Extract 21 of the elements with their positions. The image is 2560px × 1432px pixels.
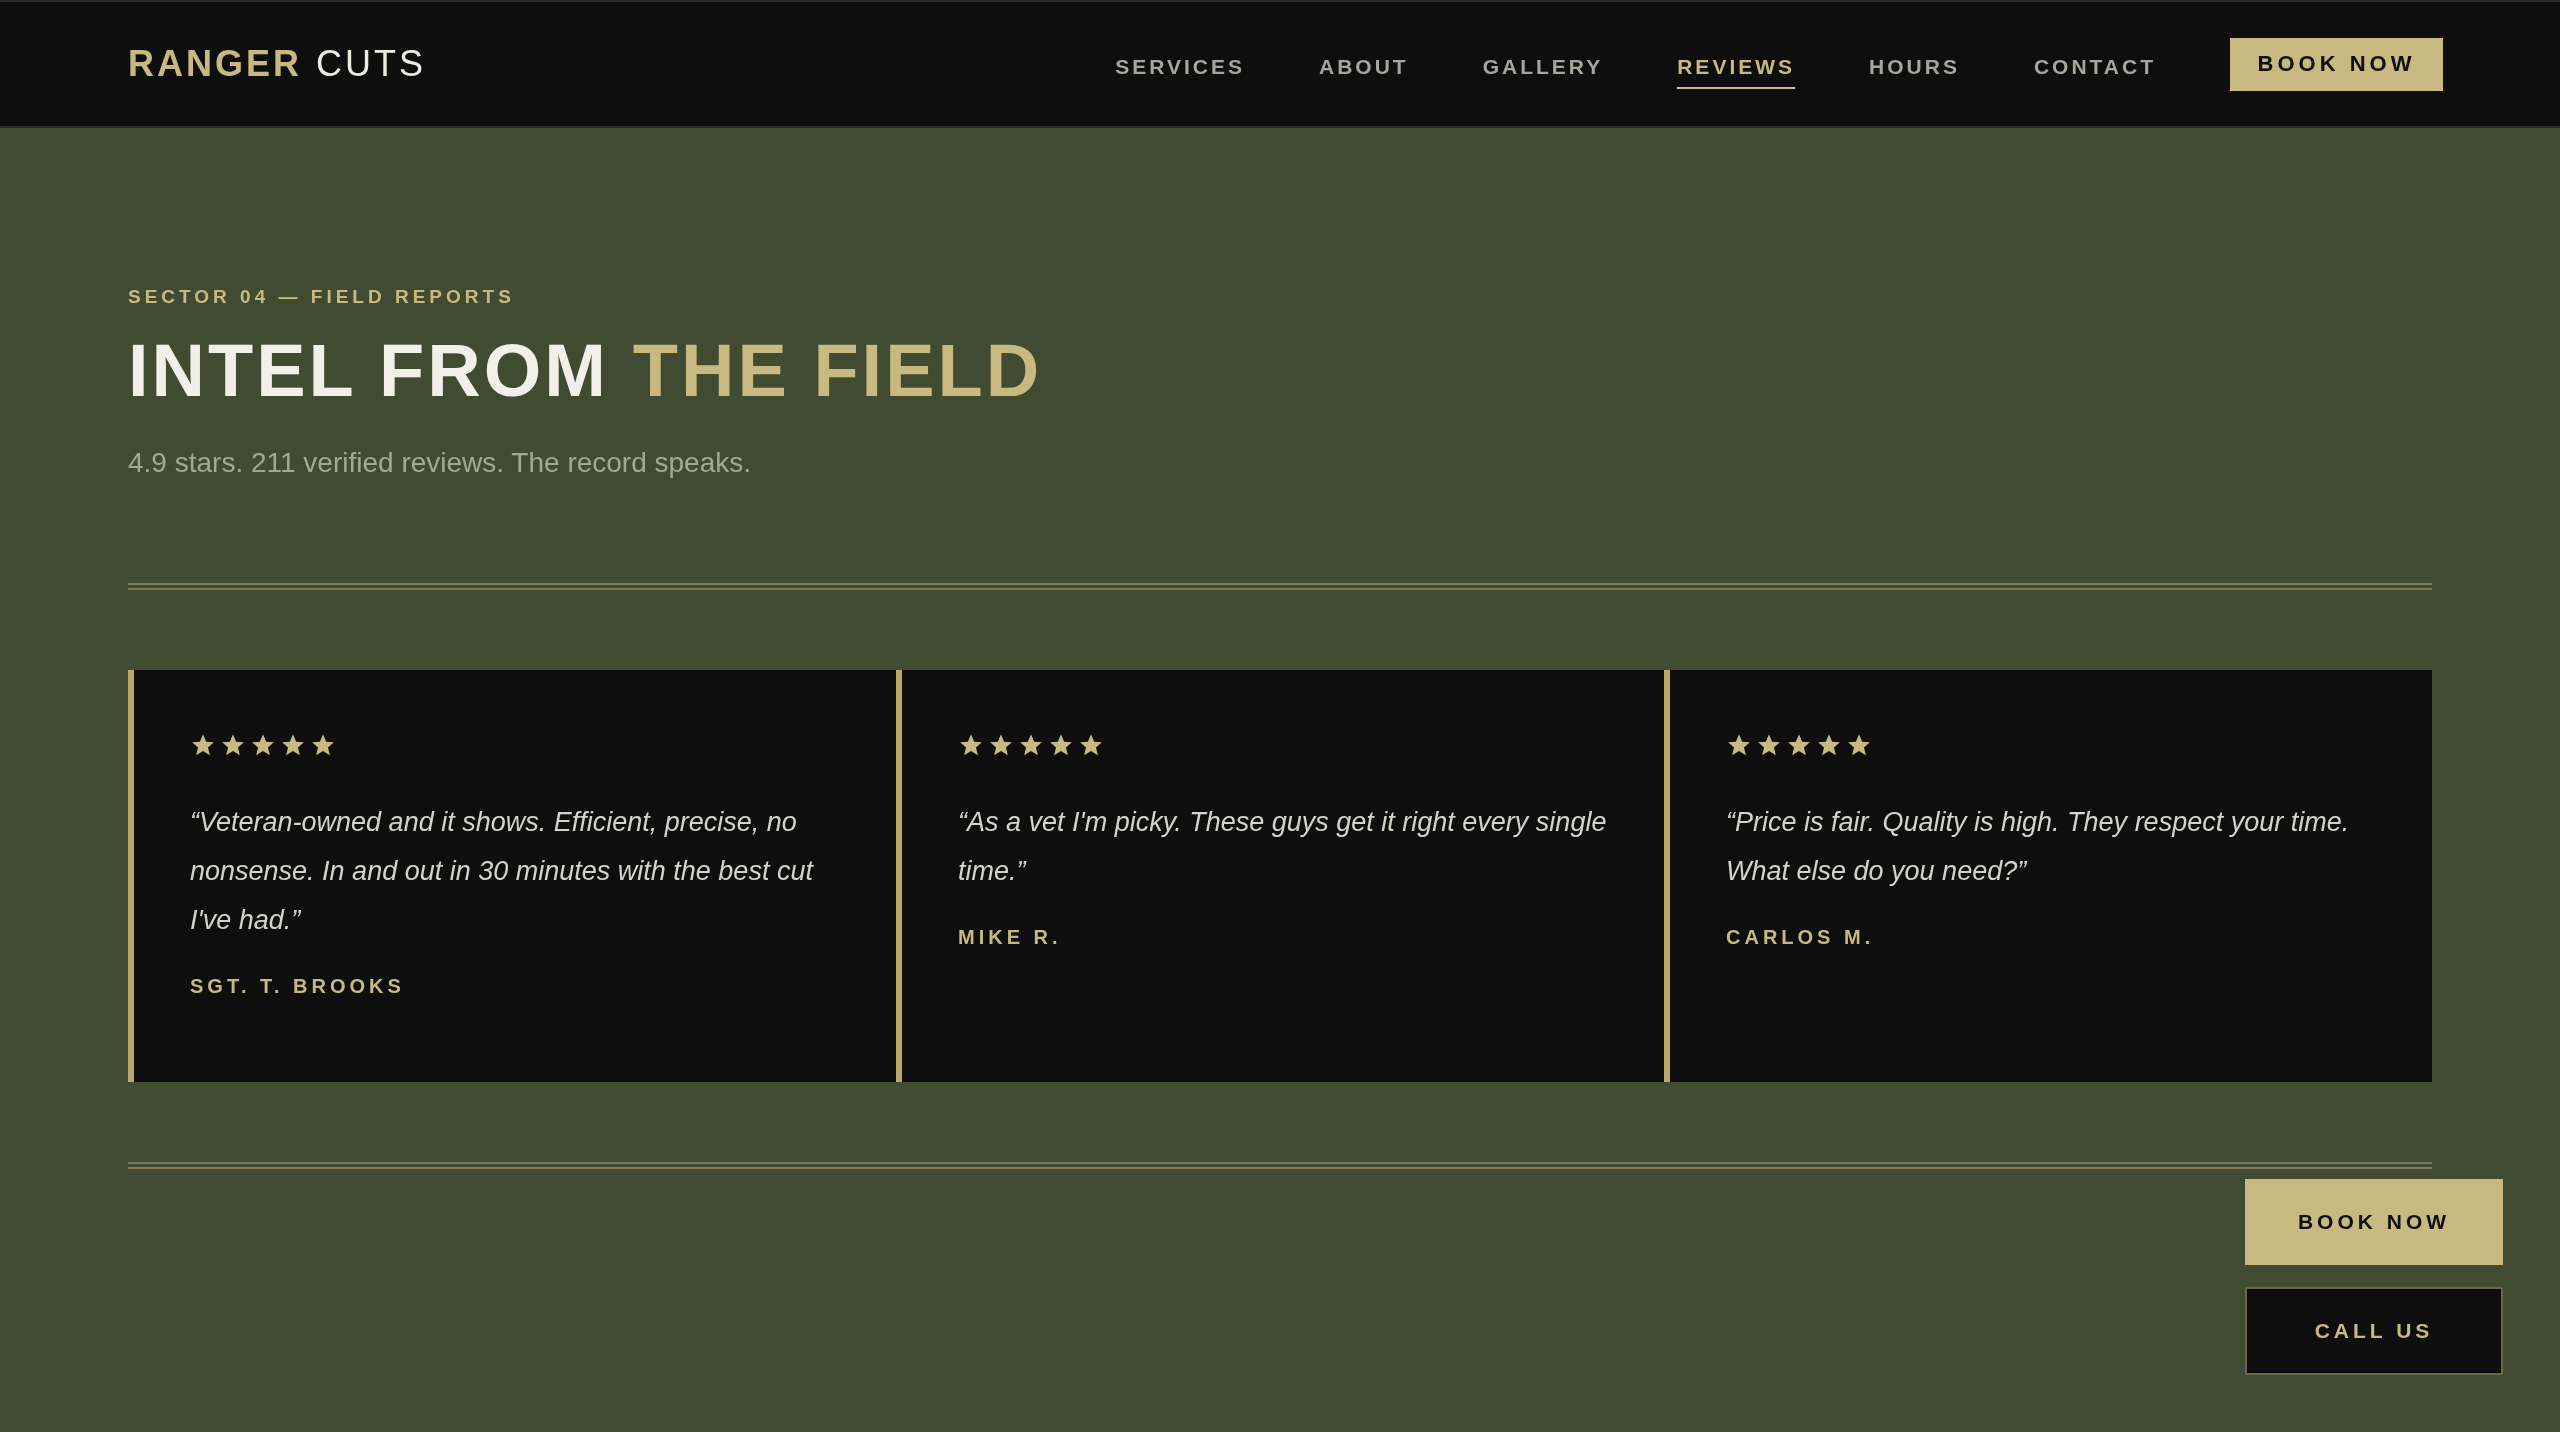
nav-link[interactable]: REVIEWS xyxy=(1677,39,1796,89)
book-now-button[interactable]: BOOK NOW xyxy=(2245,1179,2503,1265)
call-us-button[interactable]: CALL US xyxy=(2245,1287,2503,1375)
review-author: SGT. T. BROOKS xyxy=(190,975,406,999)
nav-link[interactable]: SERVICES xyxy=(1115,39,1245,89)
review-author: MIKE R. xyxy=(958,926,1063,950)
section-eyebrow: SECTOR 04 — FIELD REPORTS xyxy=(128,286,516,308)
review-quote: “As a vet I'm picky. These guys get it right every single time.” xyxy=(958,806,1608,889)
review-quote: “Price is fair. Quality is high. They respect your time. What else do you need?” xyxy=(1726,806,2351,889)
brand-logo-text[interactable]: CUTS xyxy=(316,43,426,85)
nav-link[interactable]: CONTACT xyxy=(2033,39,2156,89)
section-heading: INTEL FROM xyxy=(128,328,609,414)
brand-logo-text[interactable]: RANGER xyxy=(128,43,302,85)
book-now-button[interactable]: BOOK NOW xyxy=(2230,37,2443,91)
section-subtitle: 4.9 stars. 211 verified reviews. The record speaks. xyxy=(128,447,753,480)
nav-link[interactable]: ABOUT xyxy=(1318,39,1409,89)
review-author: CARLOS M. xyxy=(1726,926,1876,950)
nav-link[interactable]: HOURS xyxy=(1869,39,1960,89)
nav-link[interactable]: GALLERY xyxy=(1482,39,1604,89)
review-quote: “Veteran-owned and it shows. Efficient, precise, no nonsense. In and out in 30 minutes with the best cut I've had.” xyxy=(190,806,815,938)
section-heading-accent: THE FIELD xyxy=(632,328,1043,414)
